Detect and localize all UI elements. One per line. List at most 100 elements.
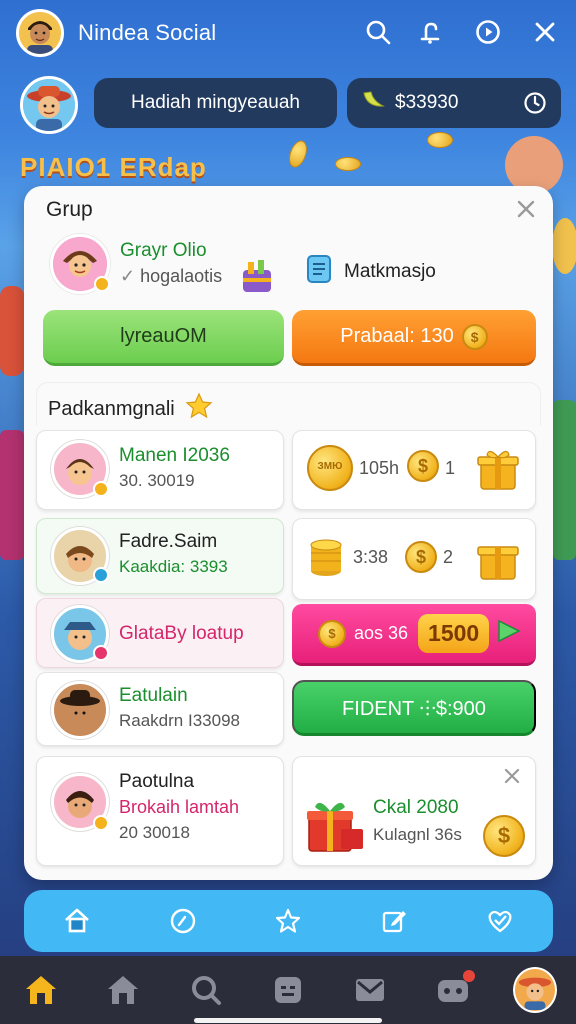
pink-reward-button[interactable]: $ aos 36 1500 [292, 604, 536, 666]
coin-badge-icon [93, 815, 109, 831]
app-title: Nindea Social [78, 20, 217, 45]
edit-icon[interactable] [374, 901, 414, 941]
play-icon[interactable] [470, 14, 506, 50]
check-icon: ✓ [120, 266, 141, 286]
chat-icon[interactable] [266, 968, 310, 1012]
member-card[interactable]: GlataBy loatup [36, 598, 284, 668]
reward-amount: 105h [359, 458, 400, 478]
level-badge-icon [93, 567, 109, 583]
fident-button[interactable]: FIDENT ⸭$:900 [292, 680, 536, 736]
close-icon[interactable] [527, 14, 563, 50]
promo-banner-title: PIAIO1 ERdap [20, 152, 207, 182]
timer-icon[interactable] [523, 91, 547, 121]
search-icon[interactable] [184, 968, 228, 1012]
house-icon[interactable] [101, 968, 145, 1012]
gift-bag-icon [240, 258, 274, 299]
profile-avatar[interactable] [512, 967, 557, 1013]
coin-badge-icon: ЗМЮ [307, 445, 353, 491]
section-title: Padkanmgnali [48, 392, 213, 426]
member-card[interactable]: Manen I2036 30. 30019 [36, 430, 284, 510]
user-avatar[interactable] [16, 9, 64, 57]
weekly-reward-pill[interactable]: Hadiah mingyeauah [94, 78, 337, 128]
house-icon [0, 430, 24, 560]
member-score: Raakdrn I33098 [119, 711, 240, 730]
member-score: 30. 30019 [119, 471, 195, 490]
gift-card[interactable]: Ckal 2080 Kulagnl 36s $ [292, 756, 536, 866]
coin-icon [285, 138, 311, 170]
search-icon[interactable] [360, 14, 396, 50]
member-name: Eatulain [119, 685, 188, 706]
star-icon [185, 392, 213, 426]
member-name: Fadre.Saim [119, 531, 218, 552]
notification-icon[interactable] [412, 14, 448, 50]
reward-coin-count: 1 [445, 458, 456, 478]
member-score: 20 30018 [119, 823, 190, 842]
member-status: Brokaih lamtah [119, 797, 240, 817]
coin-icon: $ [407, 450, 439, 482]
reward-card[interactable]: 3:38 $ 2 [292, 518, 536, 600]
reward-card[interactable]: ЗМЮ 105h $ 1 [292, 430, 536, 510]
pink-button-value: 1500 [418, 614, 490, 653]
close-icon[interactable] [503, 767, 521, 790]
coin-badge-icon [94, 276, 110, 292]
home-indicator [194, 1018, 382, 1023]
character-icon [552, 218, 576, 274]
heart-check-icon[interactable] [480, 901, 520, 941]
gift-card-title: Ckal 2080 [373, 797, 459, 818]
home-icon[interactable] [19, 968, 63, 1012]
notification-badge-icon [462, 970, 475, 982]
green-action-button[interactable]: lyreauOM [43, 310, 284, 366]
panel-title: Grup [46, 198, 93, 221]
gift-card-subtitle: Kulagnl 36s [373, 825, 462, 844]
gift-box-icon [475, 447, 521, 490]
tree-icon [553, 400, 576, 560]
coin-balance-pill[interactable]: $33930 [347, 78, 561, 128]
member-name: GlataBy loatup [119, 623, 244, 644]
group-panel: Grup Grayr Olio ✓ hogalaotis Matkmasjo l… [24, 186, 553, 880]
member-score: Kaakdia: 3393 [119, 557, 228, 576]
member-card[interactable]: Fadre.Saim Kaakdia: 3393 [36, 518, 284, 594]
member-name: Manen I2036 [119, 445, 230, 466]
member-avatar [51, 681, 109, 739]
pink-button-label: aos 36 [354, 623, 409, 643]
profile-avatar[interactable] [20, 76, 78, 134]
group-name: Grayr Olio [120, 240, 207, 261]
fident-button-label: FIDENT ⸭$:900 [342, 698, 486, 720]
gift-box-icon [305, 793, 365, 860]
home-icon[interactable] [57, 901, 97, 941]
reward-amount: 3:38 [353, 547, 389, 567]
coin-icon [335, 157, 361, 171]
coin-stack-icon [309, 537, 343, 582]
notification-badge-icon [93, 645, 109, 661]
green-button-label: lyreauOM [120, 325, 207, 347]
gift-box-icon [475, 537, 521, 580]
matk-item[interactable]: Matkmasjo [306, 254, 436, 290]
tab-bar [24, 890, 553, 952]
coin-badge-icon [93, 481, 109, 497]
banana-icon [361, 89, 387, 117]
document-icon [306, 254, 332, 290]
bottom-nav [0, 956, 576, 1024]
member-card[interactable]: Paotulna Brokaih lamtah 20 30018 [36, 756, 284, 866]
close-icon[interactable] [515, 198, 539, 222]
mail-icon[interactable] [348, 968, 392, 1012]
coin-balance: $33930 [395, 92, 459, 113]
house-icon [0, 286, 24, 376]
weekly-reward-label: Hadiah mingyeauah [130, 92, 300, 113]
orange-button-label: Prabaal: 130 [340, 325, 454, 347]
coin-icon: $ [483, 815, 525, 857]
member-card[interactable]: Eatulain Raakdrn I33098 [36, 672, 284, 746]
top-bar: Nindea Social [0, 0, 576, 66]
play-arrow-icon [495, 617, 523, 650]
matk-label: Matkmasjo [344, 261, 436, 282]
game-icon[interactable] [431, 968, 475, 1012]
star-icon[interactable] [268, 901, 308, 941]
orange-action-button[interactable]: Prabaal: 130 $ [292, 310, 536, 366]
coin-icon [427, 132, 453, 148]
compass-icon[interactable] [163, 901, 203, 941]
coin-icon: $ [405, 541, 437, 573]
coin-icon: $ [461, 323, 488, 350]
member-name: Paotulna [119, 771, 195, 792]
reward-coin-count: 2 [443, 547, 454, 567]
group-subtitle: ✓ hogalaotis [120, 266, 223, 286]
